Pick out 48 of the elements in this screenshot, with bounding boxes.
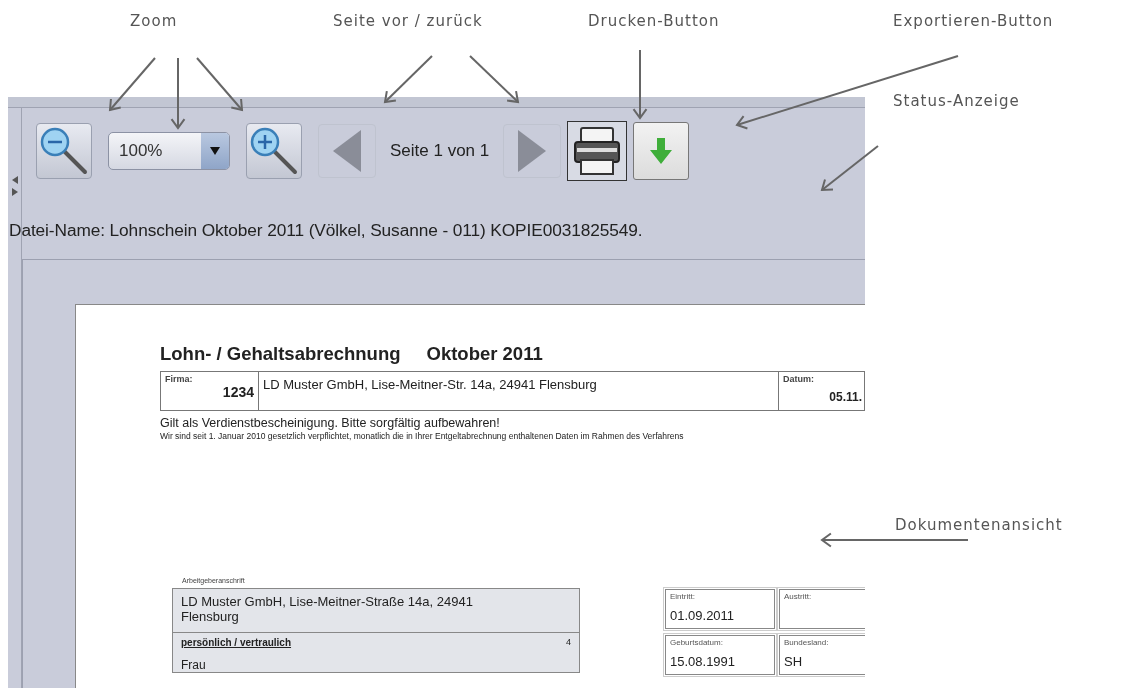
callout-arrow [632, 49, 648, 120]
zoom-out-button[interactable] [36, 123, 92, 179]
export-button[interactable] [633, 122, 690, 180]
confidential-number: 4 [566, 637, 571, 648]
confidential-note: persönlich / vertraulich [181, 637, 292, 648]
zoom-in-button[interactable] [246, 123, 302, 179]
small-notice-text: Wir sind seit 1. Januar 2010 gesetzlich verpflichtet, monatlich die in Ihrer Entgeltabrechnung enthaltenen Daten im Rahmen des Verfahrens [160, 431, 685, 441]
field-label: Geburtsdatum: [670, 638, 724, 647]
field-label: Austritt: [784, 592, 813, 601]
printer-icon [573, 126, 622, 176]
callout-arrow [469, 55, 520, 104]
right-triangle-icon [518, 130, 547, 172]
left-triangle-icon [333, 130, 361, 172]
callout-label: Drucken-Button [588, 12, 720, 30]
expand-right-icon[interactable] [11, 188, 18, 196]
datum-value: 05.11. [828, 390, 862, 404]
callout-arrow [820, 145, 879, 192]
field-value: 15.08.1991 [670, 654, 737, 669]
callout-arrow [196, 57, 244, 112]
document-title: Lohn- / Gehaltsabrechnung [160, 343, 401, 365]
zoom-select[interactable]: 100% [108, 132, 230, 170]
collapse-left-icon[interactable] [11, 176, 18, 184]
field-label: Eintritt: [670, 592, 696, 601]
callout-label: Exportieren-Button [893, 12, 1054, 30]
callout-label: Dokumentenansicht [895, 516, 1063, 534]
employer-address: LD Muster GmbH, Lise-Meitner-Straße 14a, 24941 Flensburg [173, 589, 579, 633]
datum-label: Datum: [783, 374, 815, 384]
notice-text: Gilt als Verdienstbescheinigung. Bitte sorgfältig aufbewahren! [160, 416, 501, 430]
company-address: LD Muster GmbH, Lise-Meitner-Str. 14a, 24941 Flensburg [263, 377, 598, 392]
salutation: Frau [180, 657, 207, 672]
firma-label: Firma: [165, 374, 194, 384]
field-value: 01.09.2011 [670, 608, 736, 623]
page-status: Seite 1 von 1 [390, 141, 490, 161]
print-button[interactable] [567, 121, 628, 181]
zoom-in-icon [249, 126, 299, 176]
document-period: Oktober 2011 [426, 343, 543, 365]
dropdown-caret-icon [210, 147, 220, 155]
field-label: Bundesland: [784, 638, 830, 647]
callout-arrow [383, 55, 433, 104]
callout-label: Status-Anzeige [893, 92, 1020, 110]
callout-label: Seite vor / zurück [333, 12, 483, 30]
down-arrow-icon [650, 138, 673, 164]
field-value: SH [784, 654, 804, 669]
callout-label: Zoom [130, 12, 178, 30]
zoom-out-icon [39, 126, 89, 176]
callout-arrow [108, 57, 156, 112]
file-name: Datei-Name: Lohnschein Oktober 2011 (Völkel, Susanne - 011) KOPIE0031825549. [9, 220, 644, 242]
firma-number: 1234 [221, 384, 254, 400]
